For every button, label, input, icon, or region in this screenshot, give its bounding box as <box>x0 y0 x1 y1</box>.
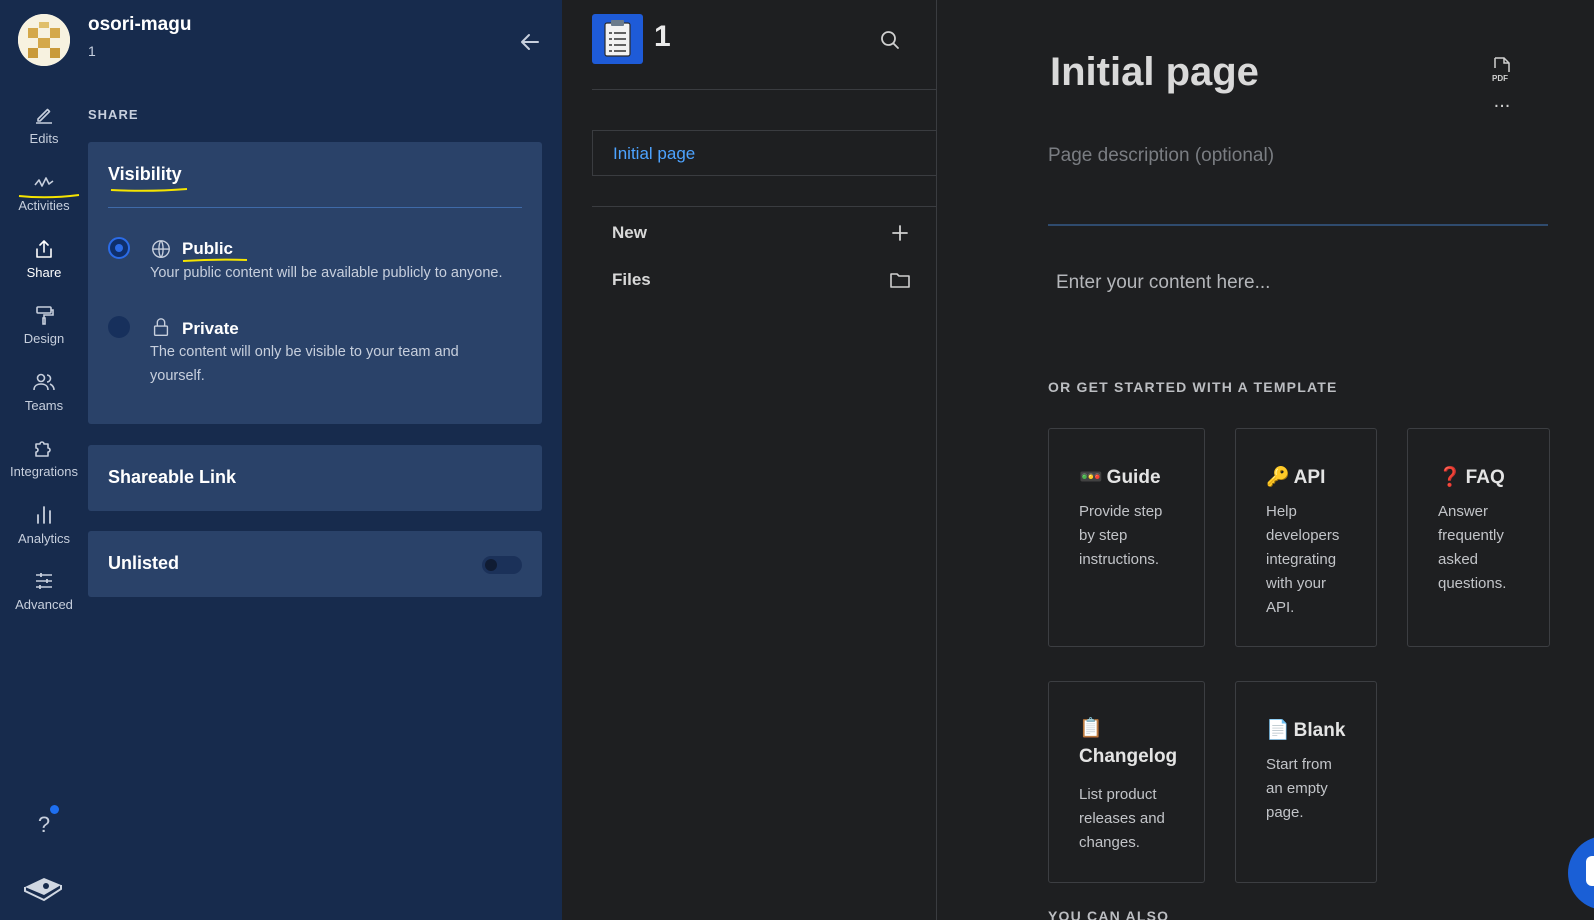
template-title: 📋 Changelog <box>1079 718 1178 767</box>
divider <box>592 206 936 207</box>
help-button[interactable]: ? <box>32 812 56 842</box>
template-api[interactable]: 🔑 API Help developers integrating with your A… <box>1235 428 1377 647</box>
divider <box>592 89 936 90</box>
template-guide[interactable]: 🚥 Guide Provide step by step instructions. <box>1048 428 1205 647</box>
notification-dot <box>50 805 59 814</box>
key-icon: 🔑 <box>1266 467 1290 488</box>
org-name: osori-magu <box>88 14 192 35</box>
new-page-button[interactable]: New <box>592 216 912 250</box>
lock-icon <box>153 318 169 336</box>
bar-chart-icon <box>37 506 51 524</box>
team-icon <box>33 373 55 391</box>
public-radio[interactable] <box>108 237 130 259</box>
template-blank[interactable]: 📄 Blank Start from an empty page. <box>1235 681 1377 883</box>
paint-roller-icon <box>36 306 54 325</box>
template-changelog[interactable]: 📋 Changelog List product releases and chang… <box>1048 681 1205 883</box>
rail-item-label: Edits <box>29 131 59 146</box>
pencil-icon <box>36 108 52 124</box>
visibility-card: Visibility Public Your public content wi… <box>88 142 542 424</box>
template-title: ❓ FAQ <box>1438 467 1505 488</box>
arrow-left-icon <box>521 34 539 50</box>
you-can-also-heading: YOU CAN ALSO <box>1048 908 1170 920</box>
search-icon <box>881 31 899 49</box>
rail-item-share[interactable]: Share <box>0 231 88 291</box>
rail-item-label: Advanced <box>15 597 73 612</box>
unlisted-title: Unlisted <box>108 553 180 573</box>
highlight-underline-mark <box>18 194 80 199</box>
templates-heading: OR GET STARTED WITH A TEMPLATE <box>1048 379 1338 395</box>
share-panel: osori-magu 1 Edits Activities Share Desi… <box>0 0 562 920</box>
highlight-underline-mark <box>110 188 188 192</box>
rail-item-label: Integrations <box>10 464 78 479</box>
template-title: 📄 Blank <box>1266 720 1346 741</box>
folder-icon <box>890 273 910 288</box>
org-subtitle: 1 <box>88 43 96 59</box>
share-upload-icon <box>36 240 52 258</box>
divider <box>108 207 522 208</box>
template-description: Provide step by step instructions. <box>1079 503 1163 568</box>
public-option-label[interactable]: Public <box>182 239 233 259</box>
rail-item-teams[interactable]: Teams <box>0 364 88 424</box>
org-logo-icon <box>18 14 70 66</box>
template-faq[interactable]: ❓ FAQ Answer frequently asked questions. <box>1407 428 1550 647</box>
clipboard-emoji-icon: 📋 <box>1079 718 1103 739</box>
new-label: New <box>612 223 647 242</box>
page-item-initial-page[interactable]: Initial page <box>592 130 936 176</box>
page-description-input[interactable] <box>1048 140 1548 226</box>
rail-item-analytics[interactable]: Analytics <box>0 497 88 557</box>
files-label: Files <box>612 270 651 289</box>
private-radio[interactable] <box>108 316 130 338</box>
activity-icon <box>34 177 54 187</box>
template-title: 🚥 Guide <box>1079 467 1161 488</box>
template-description: List product releases and changes. <box>1079 786 1165 851</box>
pdf-file-icon: PDF <box>1492 57 1510 83</box>
clipboard-icon <box>604 20 631 57</box>
rail-item-label: Analytics <box>17 531 71 546</box>
private-option-description: The content will only be visible to your… <box>150 344 459 384</box>
shareable-link-card[interactable]: Shareable Link <box>88 445 542 511</box>
export-pdf-button[interactable]: PDF <box>1490 56 1514 84</box>
private-option-label[interactable]: Private <box>182 319 239 339</box>
org-avatar[interactable] <box>18 14 70 66</box>
template-description: Help developers integrating with your API. <box>1266 503 1340 616</box>
search-button[interactable] <box>878 28 902 52</box>
page-editor: Initial page PDF ... OR GET STARTED WITH… <box>938 0 1594 920</box>
space-icon[interactable] <box>592 14 643 64</box>
page-title[interactable]: Initial page <box>1050 50 1259 95</box>
rail-item-integrations[interactable]: Integrations <box>0 430 88 490</box>
rail-item-design[interactable]: Design <box>0 297 88 357</box>
rail-item-label: Share <box>26 265 62 280</box>
files-button[interactable]: Files <box>592 263 912 297</box>
puzzle-icon <box>35 441 51 457</box>
page-emoji-icon: 📄 <box>1266 720 1290 741</box>
unlisted-card: Unlisted <box>88 531 542 597</box>
page-item-label: Initial page <box>613 144 696 163</box>
template-title: 🔑 API <box>1266 467 1326 488</box>
shareable-link-title: Shareable Link <box>108 467 237 487</box>
rail-item-label: Design <box>23 331 65 346</box>
rail-item-edits[interactable]: Edits <box>0 97 88 157</box>
globe-icon <box>152 240 170 258</box>
rail-item-label: Teams <box>24 398 64 413</box>
sliders-icon <box>36 573 52 589</box>
space-name: 1 <box>654 20 671 53</box>
template-description: Start from an empty page. <box>1266 756 1332 821</box>
more-options-button[interactable]: ... <box>1490 91 1514 112</box>
plus-icon <box>892 225 908 241</box>
collapse-panel-button[interactable] <box>518 30 542 54</box>
pdf-label: PDF <box>1492 74 1508 83</box>
space-navigation: 1 Initial page New Files <box>562 0 937 920</box>
visibility-tab[interactable]: Visibility <box>108 164 182 185</box>
unlisted-toggle[interactable] <box>482 556 522 574</box>
traffic-light-icon: 🚥 <box>1079 467 1103 488</box>
rail-item-label: Activities <box>18 198 70 213</box>
page-content-input[interactable] <box>1056 268 1536 298</box>
question-mark-icon: ❓ <box>1438 467 1462 488</box>
share-section-title: SHARE <box>88 107 139 122</box>
app-logo-icon[interactable] <box>22 873 64 903</box>
public-option-description: Your public content will be available pu… <box>150 265 503 281</box>
rail-item-advanced[interactable]: Advanced <box>0 563 88 623</box>
template-description: Answer frequently asked questions. <box>1438 503 1507 592</box>
